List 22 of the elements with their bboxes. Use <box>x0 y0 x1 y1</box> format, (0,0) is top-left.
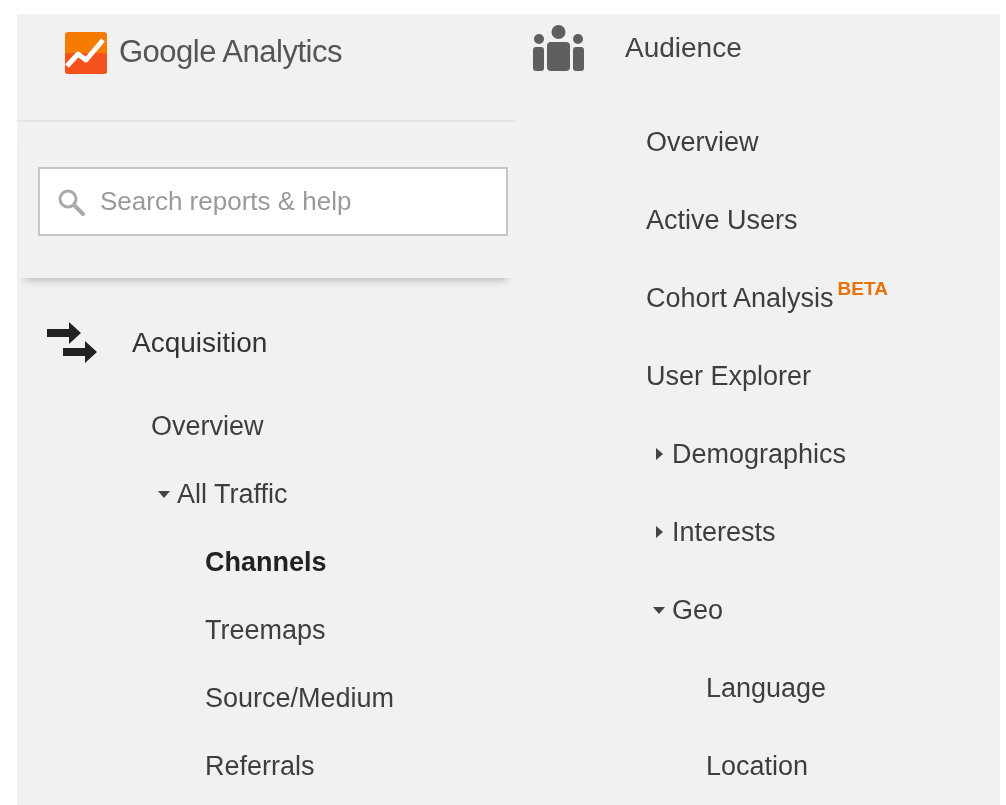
menu-item[interactable]: Interests <box>652 518 776 546</box>
menu-item[interactable]: Overview <box>151 412 264 440</box>
menu-item[interactable]: Location <box>706 752 809 780</box>
beta-label: BETA <box>837 278 888 298</box>
menu-item[interactable]: All Traffic <box>157 480 288 508</box>
section-title: Audience <box>625 31 742 65</box>
logo-icon <box>65 32 107 74</box>
menu-item[interactable]: Language <box>706 674 827 702</box>
menu-item[interactable]: Overview <box>646 128 759 156</box>
app-title: Google Analytics <box>119 33 342 71</box>
menu-item[interactable]: Referrals <box>205 752 315 780</box>
search-icon <box>56 187 86 217</box>
menu-item[interactable]: Treemaps <box>205 616 326 644</box>
menu-item[interactable]: Geo <box>652 596 724 624</box>
menu-item[interactable]: User Explorer <box>646 362 812 390</box>
section-title: Acquisition <box>132 326 268 360</box>
menu-item[interactable]: Active Users <box>646 206 798 234</box>
people-icon <box>532 25 585 71</box>
menu-item[interactable]: Source/Medium <box>205 684 395 712</box>
search-field[interactable]: Search reports & help <box>38 167 508 236</box>
menu-item[interactable]: Channels <box>205 548 327 576</box>
menu-item[interactable]: Demographics <box>652 440 847 468</box>
